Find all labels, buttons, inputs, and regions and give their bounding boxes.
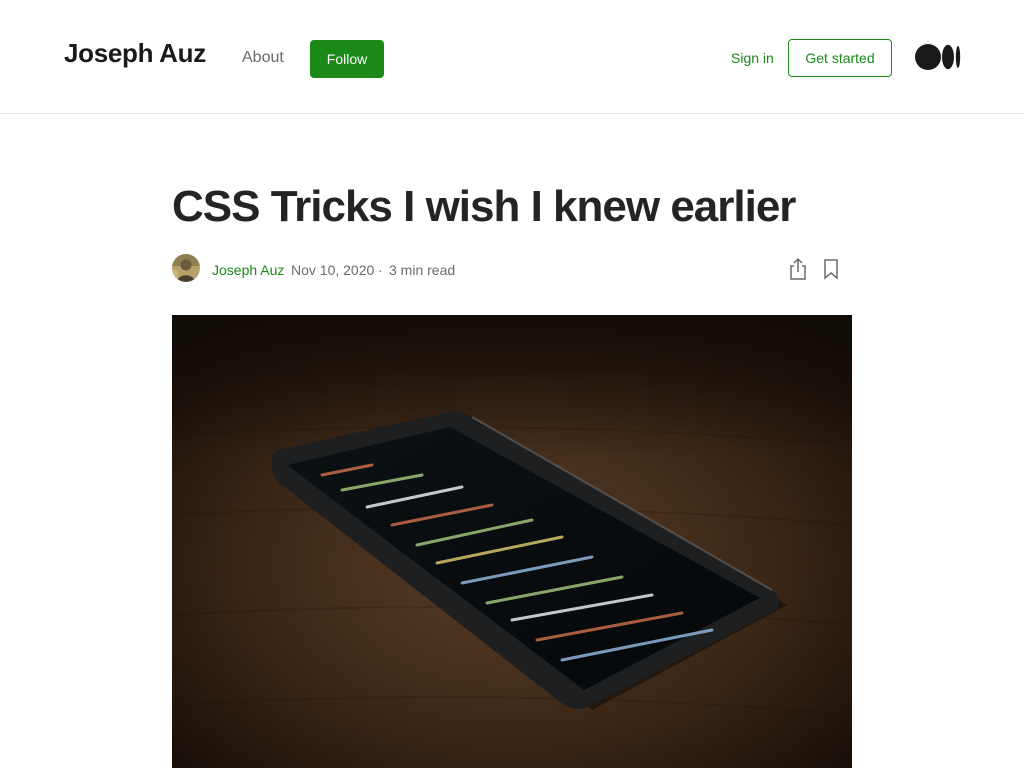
read-time: 3 min read [389,262,456,278]
meta-separator: · [378,262,383,278]
sign-in-link[interactable]: Sign in [731,50,774,66]
publish-date: Nov 10, 2020 [291,262,375,278]
medium-logo-icon[interactable] [915,44,961,70]
article-title: CSS Tricks I wish I knew earlier [172,182,796,231]
author-avatar[interactable] [172,254,200,282]
about-link[interactable]: About [242,49,284,67]
author-name-link[interactable]: Joseph Auz [212,262,284,278]
follow-button[interactable]: Follow [310,40,384,78]
hero-image [172,315,852,768]
bookmark-icon[interactable] [822,258,840,280]
top-bar: Joseph Auz About Follow Sign in Get star… [0,0,1024,114]
share-icon[interactable] [787,257,809,281]
get-started-button[interactable]: Get started [788,39,892,77]
publication-brand[interactable]: Joseph Auz [64,38,206,69]
